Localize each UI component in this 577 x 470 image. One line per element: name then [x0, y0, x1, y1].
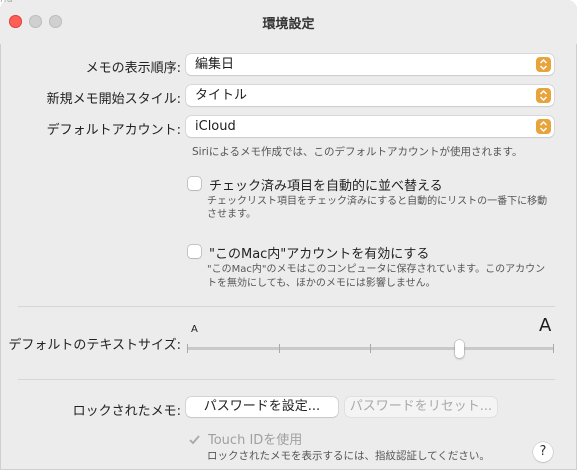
- on-my-mac-label: "このMac内"アカウントを有効にする: [209, 247, 430, 262]
- touch-id-hint: ロックされたメモを表示するには、指紋認証してください。: [207, 450, 490, 462]
- sort-checked-hint-line2: させます。: [207, 209, 256, 220]
- default-account-popup[interactable]: iCloud: [186, 116, 554, 137]
- default-account-value: iCloud: [195, 119, 236, 134]
- divider: [18, 306, 555, 307]
- slider-tick: [279, 344, 280, 353]
- new-note-style-label: 新規メモ開始スタイル:: [46, 92, 181, 107]
- set-password-button[interactable]: パスワードを設定...: [186, 397, 338, 417]
- help-button[interactable]: ?: [533, 442, 553, 462]
- text-size-slider-thumb[interactable]: [455, 340, 464, 358]
- default-account-hint: Siriによるメモ作成では、このデフォルトアカウントが使用されます。: [192, 146, 523, 158]
- title-bar: 環境設定: [0, 0, 577, 44]
- preferences-window: 環境設定 メモの表示順序: 編集日 新規メモ開始スタイル: タイトル デフォルト…: [0, 0, 577, 470]
- touch-id-checkbox[interactable]: [188, 431, 201, 445]
- on-my-mac-checkbox[interactable]: [188, 245, 201, 258]
- sort-checked-hint-line1: チェックリスト項目をチェック済みにすると自動的にリストの一番下に移動: [207, 196, 548, 207]
- popup-arrows-icon: [536, 119, 551, 134]
- sort-checked-label: チェック済み項目を自動的に並べ替える: [209, 179, 443, 194]
- slider-tick: [553, 344, 554, 353]
- sort-order-popup[interactable]: 編集日: [186, 54, 554, 75]
- new-note-style-popup[interactable]: タイトル: [186, 85, 554, 106]
- new-note-style-value: タイトル: [195, 88, 248, 103]
- text-size-label: デフォルトのテキストサイズ:: [8, 338, 181, 353]
- locked-notes-label: ロックされたメモ:: [72, 404, 181, 419]
- default-account-label: デフォルトアカウント:: [46, 123, 181, 138]
- touch-id-label: Touch IDを使用: [208, 433, 303, 448]
- small-text-size-glyph: A: [191, 324, 198, 335]
- on-my-mac-hint-line1: "このMac内"のメモはこのコンピュータに保存されています。このアカウン: [207, 264, 546, 275]
- divider: [18, 379, 555, 380]
- popup-arrows-icon: [536, 88, 551, 103]
- sort-checked-checkbox[interactable]: [188, 177, 201, 190]
- checkmark-icon: [189, 435, 200, 445]
- large-text-size-glyph: A: [539, 315, 552, 336]
- slider-tick: [187, 344, 188, 353]
- popup-arrows-icon: [536, 57, 551, 72]
- corner-text: nu: [0, 0, 13, 5]
- on-my-mac-hint-line2: トを無効にしても、ほかのメモには影響しません。: [207, 278, 436, 289]
- slider-tick: [370, 344, 371, 353]
- reset-password-button[interactable]: パスワードをリセット...: [345, 397, 497, 417]
- sort-order-value: 編集日: [195, 57, 235, 72]
- window-title: 環境設定: [262, 17, 315, 32]
- sort-order-label: メモの表示順序:: [85, 61, 181, 76]
